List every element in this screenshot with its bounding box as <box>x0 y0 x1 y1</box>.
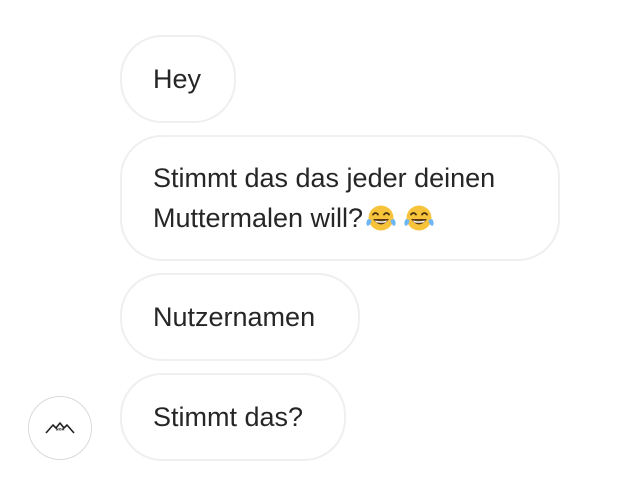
message-bubble[interactable]: Stimmt das das jeder deinen Muttermalen … <box>120 135 560 261</box>
tears-of-joy-emoji-icon <box>365 203 397 233</box>
message-text: Nutzernamen <box>153 302 316 332</box>
message-bubble[interactable]: Hey <box>120 35 236 123</box>
message-text: Stimmt das das jeder deinen Muttermalen … <box>153 158 495 238</box>
mountain-logo-icon: NOA <box>45 422 75 434</box>
message-bubble[interactable]: Stimmt das? <box>120 373 346 461</box>
tears-of-joy-emoji-icon <box>403 203 435 233</box>
message-line: Stimmt das das jeder deinen <box>153 163 496 193</box>
message-line: Muttermalen will? <box>153 203 364 233</box>
avatar-logo-text: NOA <box>56 428 65 432</box>
message-text: Hey <box>153 64 202 94</box>
avatar[interactable]: NOA <box>28 396 92 460</box>
message-bubble[interactable]: Nutzernamen <box>120 273 360 361</box>
message-text: Stimmt das? <box>153 402 304 432</box>
